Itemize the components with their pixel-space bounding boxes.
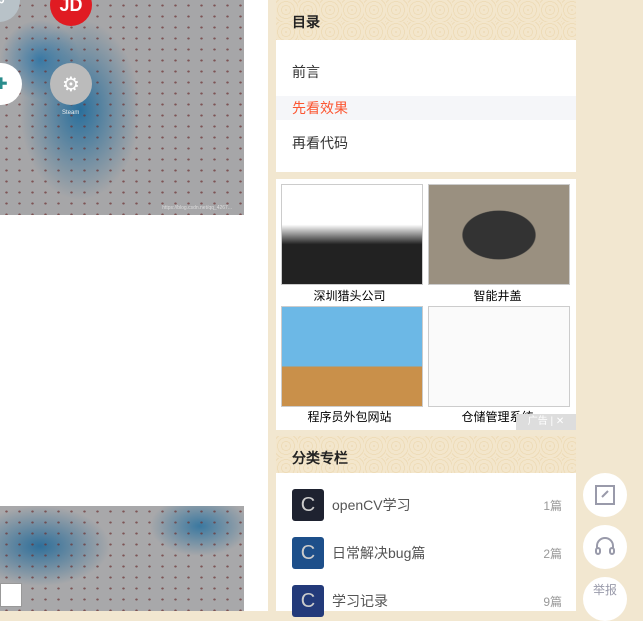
- category-count: 2篇: [543, 546, 562, 561]
- category-icon: C: [292, 585, 324, 617]
- screenshot-image-2: [0, 506, 244, 611]
- category-item[interactable]: C openCV学习 1篇: [292, 489, 562, 521]
- category-item[interactable]: C 学习记录 9篇: [292, 585, 562, 617]
- article-content: ∞ JD ✚ ⚙ Steam https://blog.csdn.net/qq_…: [0, 0, 268, 611]
- category-name: 日常解决bug篇: [332, 545, 426, 561]
- steam-label: Steam: [62, 110, 80, 116]
- ad-tile-image[interactable]: [281, 184, 423, 285]
- category-title: 分类专栏: [276, 436, 576, 473]
- input-box: [0, 583, 22, 607]
- category-item[interactable]: C 日常解决bug篇 2篇: [292, 537, 562, 569]
- ad-card[interactable]: 深圳猎头公司 智能井盖 程序员外包网站 仓储管理系统: [276, 179, 576, 430]
- support-button[interactable]: [583, 525, 627, 569]
- ad-tile-image[interactable]: [428, 184, 570, 285]
- toc-item[interactable]: 再看代码: [276, 131, 576, 155]
- edit-icon: [595, 485, 615, 505]
- ad-caption[interactable]: 程序员外包网站: [276, 408, 423, 425]
- toc-card: 目录 前言 先看效果 再看代码: [276, 0, 576, 172]
- ad-tile-image[interactable]: [428, 306, 570, 407]
- toc-item[interactable]: 前言: [276, 60, 576, 84]
- category-count: 1篇: [543, 498, 562, 513]
- ad-label[interactable]: 广告 | ✕: [516, 414, 576, 430]
- toc-title: 目录: [276, 0, 576, 40]
- category-icon: C: [292, 489, 324, 521]
- ad-caption[interactable]: 智能井盖: [424, 287, 571, 304]
- write-button[interactable]: [583, 473, 627, 517]
- category-count: 9篇: [543, 594, 562, 609]
- watermark: https://blog.csdn.net/qq_4267...: [162, 205, 232, 211]
- headset-icon: [595, 537, 615, 555]
- report-button[interactable]: 举报: [583, 577, 627, 621]
- ad-caption[interactable]: 深圳猎头公司: [276, 287, 423, 304]
- screenshot-image-1: ∞ JD ✚ ⚙ Steam https://blog.csdn.net/qq_…: [0, 0, 244, 215]
- category-name: openCV学习: [332, 497, 411, 513]
- category-icon: C: [292, 537, 324, 569]
- close-icon[interactable]: ✕: [556, 416, 564, 427]
- steam-app-icon: ⚙: [50, 63, 92, 105]
- ad-tile-image[interactable]: [281, 306, 423, 407]
- ad-label-text: 广告: [527, 416, 548, 427]
- category-card: 分类专栏 C openCV学习 1篇 C 日常解决bug篇 2篇 C 学习记录 …: [276, 436, 576, 617]
- report-label: 举报: [592, 582, 617, 597]
- toc-item-active[interactable]: 先看效果: [276, 96, 576, 120]
- category-name: 学习记录: [332, 593, 388, 609]
